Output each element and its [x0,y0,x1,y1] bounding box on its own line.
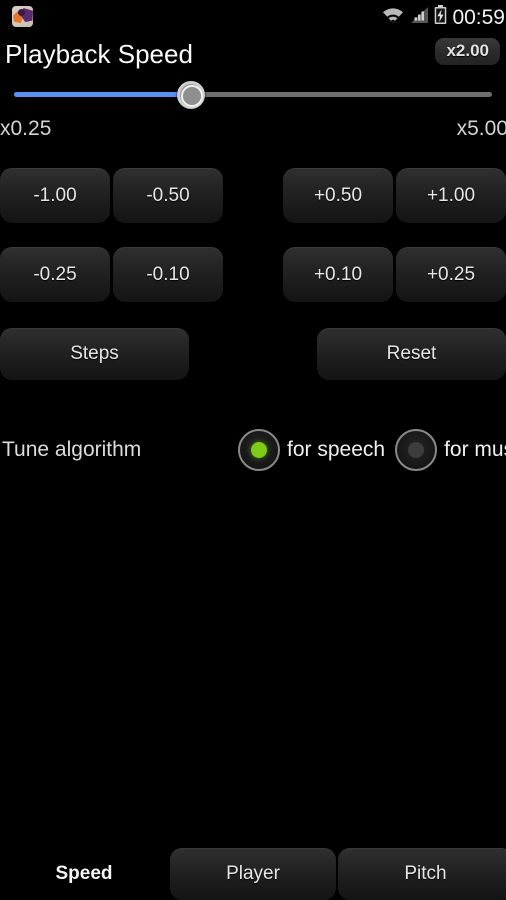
step-button-plus-0-10[interactable]: +0.10 [283,247,393,302]
playback-speed-slider[interactable] [0,80,506,112]
speed-step-buttons: -1.00 -0.50 +0.50 +1.00 -0.25 -0.10 +0.1… [0,168,506,326]
radio-for-music[interactable] [395,429,438,471]
slider-thumb[interactable] [176,81,205,109]
slider-track-fill [14,92,191,97]
cellular-signal-icon [410,6,429,29]
tune-algorithm-options: for speech for music [238,425,506,475]
radio-unselected-dot-icon [408,442,425,458]
app-launcher-icon [12,6,33,27]
wifi-icon [381,6,405,29]
slider-min-label: x0.25 [0,117,52,140]
bottom-tab-bar: Speed Player Pitch [0,844,506,900]
radio-selected-dot-icon [251,442,267,458]
step-button-minus-0-50[interactable]: -0.50 [113,168,223,223]
tab-player[interactable]: Player [170,848,336,900]
battery-charging-icon [434,4,447,30]
status-bar-indicators: 00:59 [381,0,506,34]
tune-algorithm-label: Tune algorithm [2,438,142,461]
radio-for-speech[interactable] [238,429,280,471]
tab-pitch[interactable]: Pitch [338,848,506,900]
step-button-minus-0-10[interactable]: -0.10 [113,247,223,302]
tab-speed[interactable]: Speed [0,848,168,900]
status-bar-clock: 00:59 [452,5,505,29]
step-button-minus-1-00[interactable]: -1.00 [0,168,110,223]
step-button-plus-0-25[interactable]: +0.25 [396,247,506,302]
step-button-row-1: -1.00 -0.50 +0.50 +1.00 [0,168,506,223]
radio-label-for-speech[interactable]: for speech [287,438,385,462]
step-button-minus-0-25[interactable]: -0.25 [0,247,110,302]
header-row: Playback Speed x2.00 [0,36,506,72]
steps-button[interactable]: Steps [0,328,189,380]
reset-button[interactable]: Reset [317,328,506,380]
step-button-row-2: -0.25 -0.10 +0.10 +0.25 [0,247,506,302]
app-icon-shape-dot [18,9,25,16]
step-button-plus-1-00[interactable]: +1.00 [396,168,506,223]
status-bar: 00:59 [0,0,506,34]
page-title: Playback Speed [5,39,193,69]
step-button-plus-0-50[interactable]: +0.50 [283,168,393,223]
slider-range-labels: x0.25 x5.00 [0,116,506,142]
slider-max-label: x5.00 [456,117,506,140]
current-speed-badge: x2.00 [435,38,500,65]
radio-label-for-music[interactable]: for music [444,438,506,462]
tune-algorithm-row: Tune algorithm for speech for music [0,425,506,475]
action-button-row: Steps Reset [0,328,506,380]
